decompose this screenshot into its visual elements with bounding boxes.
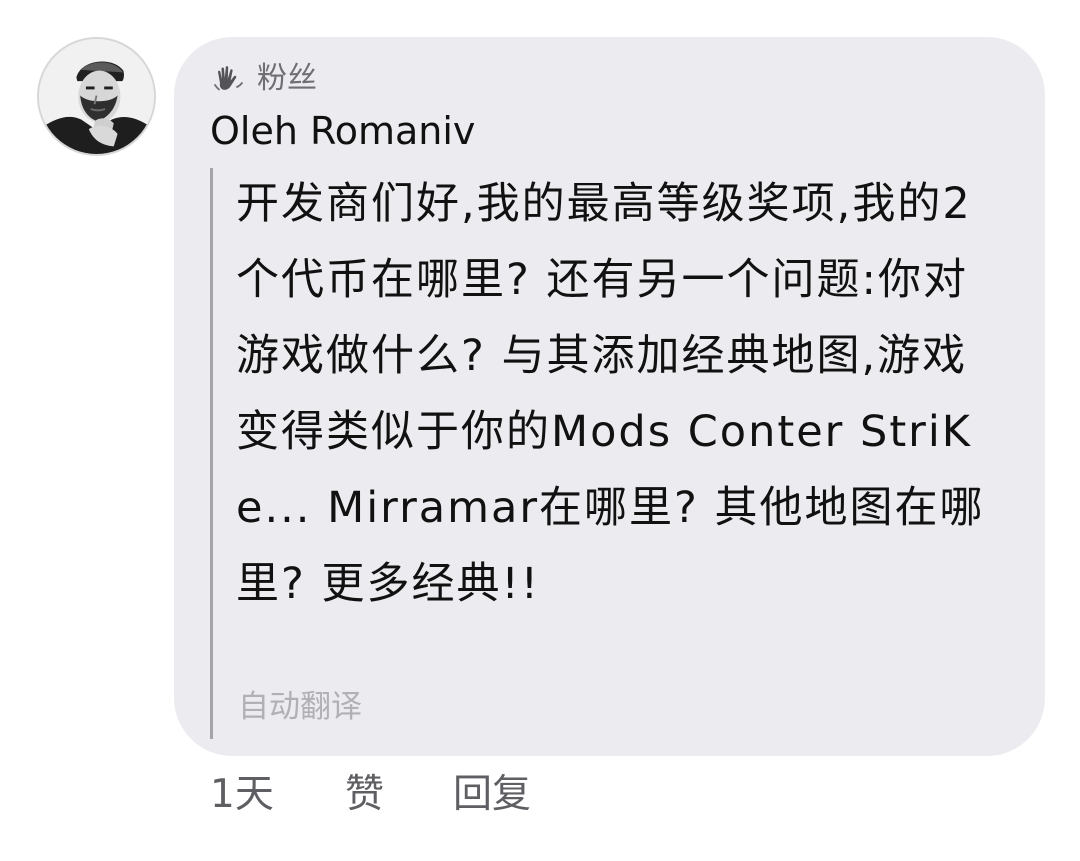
like-button[interactable]: 赞 [345,773,384,817]
author-name[interactable]: Oleh Romaniv [210,110,475,153]
fan-label: 粉丝 [257,61,317,96]
waving-hand-icon [211,62,245,96]
auto-translate-label[interactable]: 自动翻译 [238,689,362,726]
avatar[interactable] [37,37,156,156]
fan-badge: 粉丝 [211,60,317,98]
comment-text: 开发商们好,我的最高等级奖项,我的2个代币在哪里? 还有另一个问题:你对游戏做什… [236,179,985,609]
comment-time: 1天 [210,772,274,817]
reply-button[interactable]: 回复 [453,773,531,817]
quote-line [210,168,213,739]
